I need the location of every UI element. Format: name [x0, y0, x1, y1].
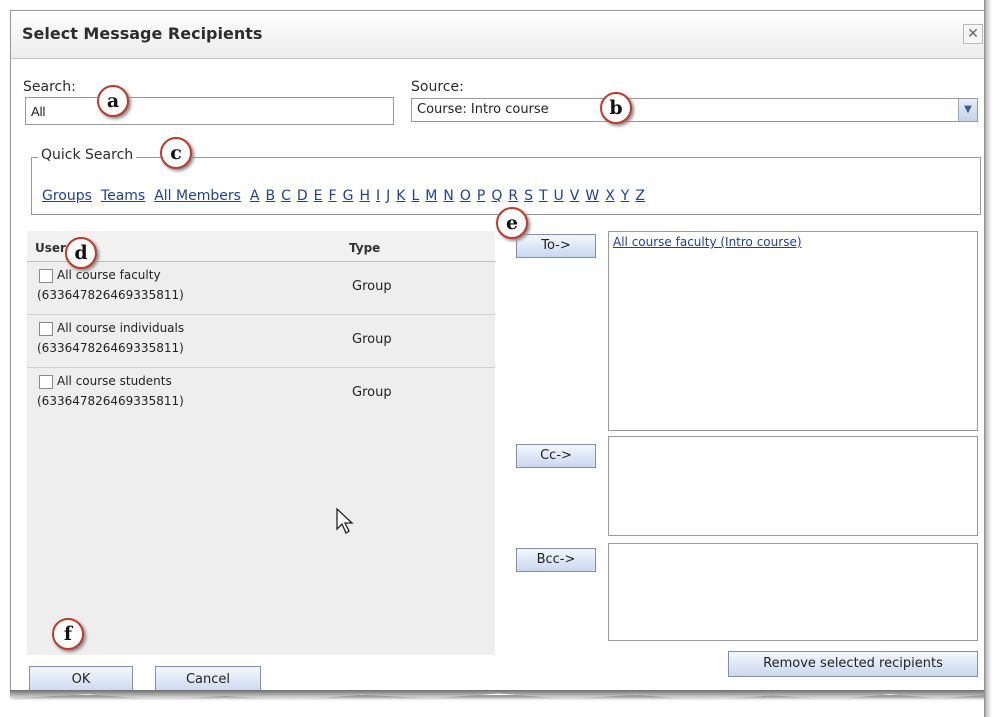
quick-search-link[interactable]: Q	[491, 188, 502, 204]
quick-search-link[interactable]: D	[297, 188, 308, 204]
to-button[interactable]: To->	[516, 234, 596, 258]
quick-search-link[interactable]: B	[265, 188, 275, 204]
quick-search-link[interactable]: V	[570, 188, 580, 204]
quick-search-link[interactable]: S	[524, 188, 533, 204]
source-select-value: Course: Intro course	[417, 102, 549, 117]
torn-edge-shadow	[10, 690, 988, 701]
quick-search-legend: Quick Search	[38, 147, 137, 163]
user-id: (633647826469335811)	[37, 288, 184, 302]
quick-search-link[interactable]: All Members	[154, 188, 241, 204]
quick-search-link[interactable]: L	[411, 188, 419, 204]
quick-search-link[interactable]: T	[539, 188, 548, 204]
quick-search-link[interactable]: E	[314, 188, 323, 204]
quick-search-link[interactable]: P	[477, 188, 485, 204]
quick-search-link[interactable]: J	[386, 188, 390, 204]
quick-search-link[interactable]: R	[508, 188, 518, 204]
quick-search-link[interactable]: I	[376, 188, 380, 204]
chevron-down-icon[interactable]: ▼	[958, 99, 977, 121]
cc-recipients-box[interactable]	[608, 436, 978, 536]
user-id: (633647826469335811)	[37, 341, 184, 355]
cc-button[interactable]: Cc->	[516, 444, 596, 468]
bcc-recipients-box[interactable]	[608, 543, 978, 641]
user-type: Group	[352, 279, 392, 294]
callout-f: f	[52, 618, 84, 650]
table-row[interactable]: All course faculty (633647826469335811) …	[27, 262, 495, 315]
quick-search-link[interactable]: Teams	[101, 188, 145, 204]
quick-search-link[interactable]: U	[554, 188, 564, 204]
users-panel: User Type All course faculty (6336478264…	[27, 231, 495, 655]
quick-search-link[interactable]: Z	[635, 188, 645, 204]
select-recipients-dialog: Select Message Recipients ✕ Search: Sour…	[10, 10, 986, 696]
user-id: (633647826469335811)	[37, 394, 184, 408]
quick-search-link[interactable]: Y	[621, 188, 630, 204]
close-icon[interactable]: ✕	[963, 24, 983, 44]
table-row[interactable]: All course individuals (6336478264693358…	[27, 315, 495, 368]
column-header-user[interactable]: User	[35, 241, 66, 255]
source-label: Source:	[411, 79, 464, 95]
quick-search-link[interactable]: Groups	[42, 188, 92, 204]
quick-search-link[interactable]: H	[359, 188, 370, 204]
to-recipients-box[interactable]: All course faculty (Intro course)	[608, 231, 978, 431]
quick-search-link[interactable]: G	[343, 188, 354, 204]
dialog-title: Select Message Recipients	[22, 24, 263, 43]
quick-search-link[interactable]: F	[329, 188, 337, 204]
mouse-pointer-icon	[336, 507, 354, 534]
title-bar[interactable]: Select Message Recipients ✕	[11, 11, 985, 59]
quick-search-link[interactable]: X	[605, 188, 615, 204]
user-name: All course students	[57, 374, 172, 388]
row-checkbox[interactable]	[39, 269, 53, 283]
column-header-type[interactable]: Type	[349, 241, 380, 255]
callout-b: b	[600, 92, 632, 124]
source-select[interactable]: Course: Intro course ▼	[411, 98, 978, 122]
remove-recipients-button[interactable]: Remove selected recipients	[728, 651, 978, 677]
quick-search-link[interactable]: W	[585, 188, 599, 204]
search-label: Search:	[23, 79, 76, 95]
bcc-button[interactable]: Bcc->	[516, 548, 596, 572]
callout-a: a	[97, 85, 129, 117]
row-checkbox[interactable]	[39, 375, 53, 389]
recipient-item[interactable]: All course faculty (Intro course)	[613, 235, 802, 249]
search-input[interactable]	[25, 97, 394, 125]
row-checkbox[interactable]	[39, 322, 53, 336]
users-table-header: User Type	[27, 231, 495, 262]
right-edge-shadow	[984, 0, 992, 717]
user-name: All course faculty	[57, 268, 161, 282]
callout-e: e	[496, 207, 528, 239]
ok-button[interactable]: OK	[29, 666, 133, 694]
callout-c: c	[160, 137, 192, 169]
quick-search-link[interactable]: O	[460, 188, 471, 204]
quick-search-links: Groups Teams All Members A B C D E F G H I J K L M N O P Q R…	[42, 188, 651, 204]
quick-search-link[interactable]: K	[396, 188, 405, 204]
quick-search-link[interactable]: M	[425, 188, 437, 204]
quick-search-link[interactable]: A	[250, 188, 260, 204]
user-type: Group	[352, 332, 392, 347]
quick-search-link[interactable]: N	[443, 188, 453, 204]
quick-search-link[interactable]: C	[281, 188, 291, 204]
table-row[interactable]: All course students (633647826469335811)…	[27, 368, 495, 420]
cancel-button[interactable]: Cancel	[155, 666, 261, 694]
callout-d: d	[65, 237, 97, 269]
user-name: All course individuals	[57, 321, 185, 335]
user-type: Group	[352, 385, 392, 400]
